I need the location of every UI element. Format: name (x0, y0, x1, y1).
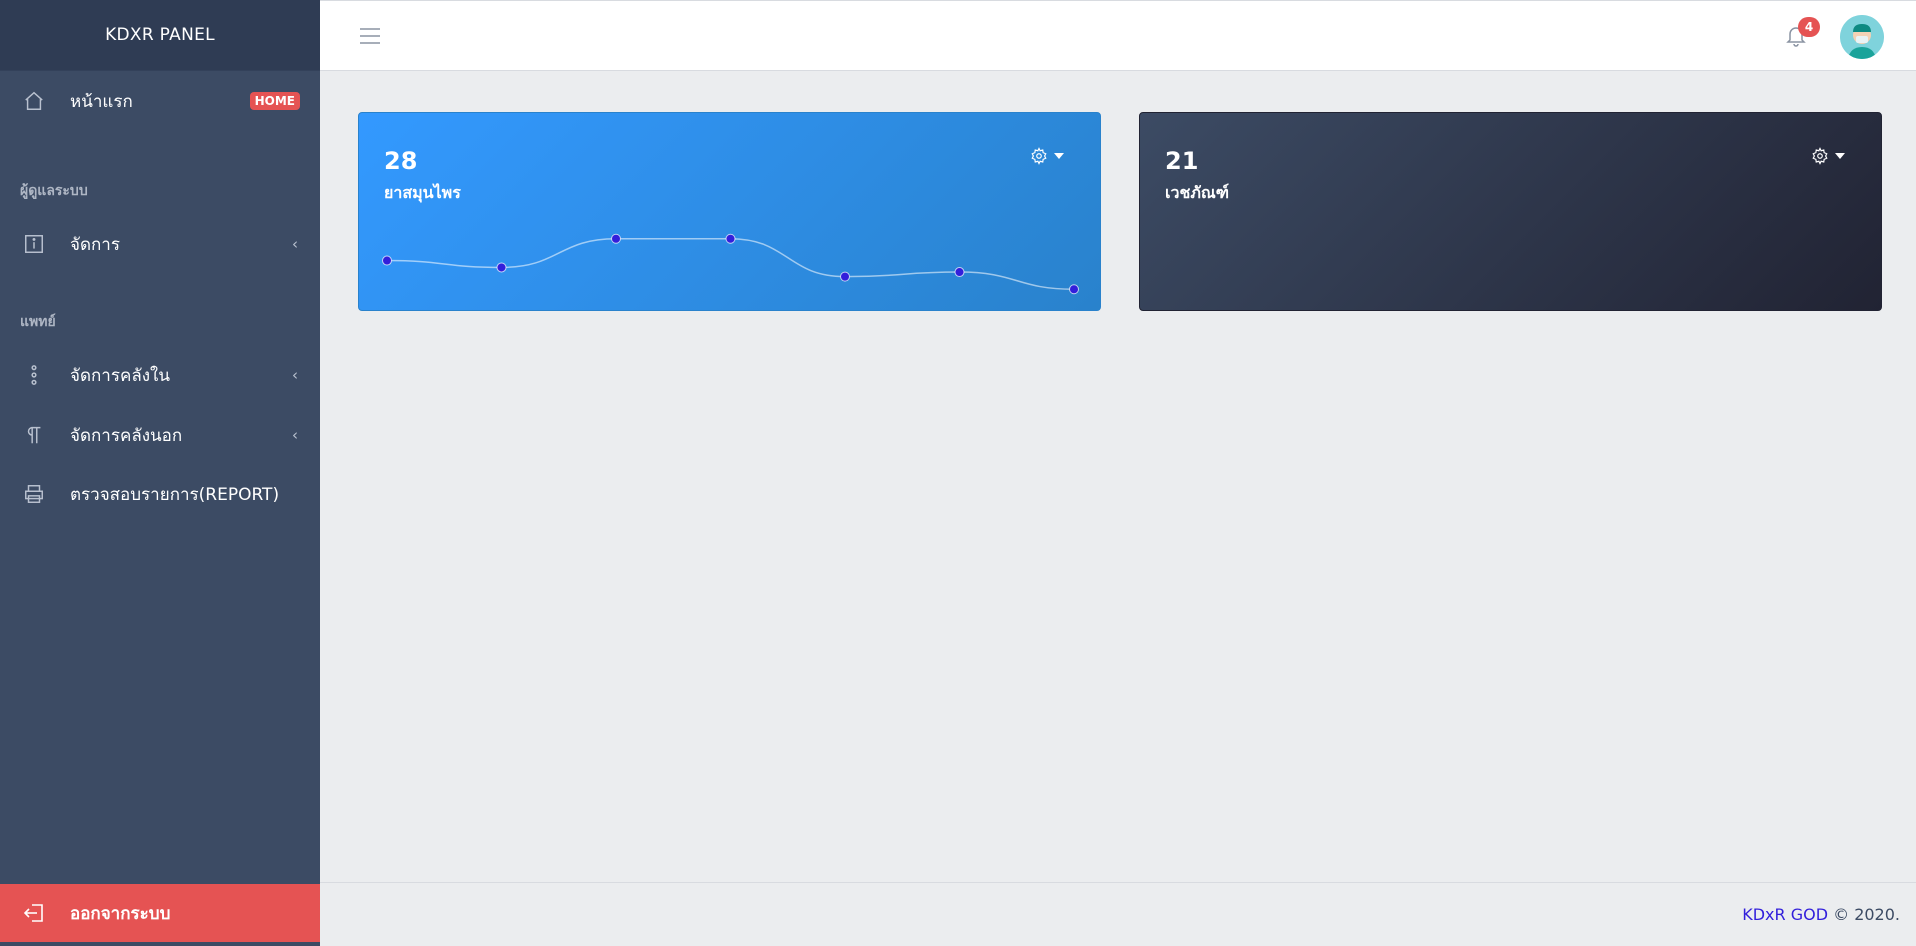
section-title-admin: ผู้ดูแลระบบ (20, 183, 88, 199)
chevron-left-icon: ‹ (292, 235, 298, 253)
caret-down-icon (1835, 153, 1845, 159)
brand-title[interactable]: KDXR PANEL (0, 0, 320, 71)
chart-point[interactable] (382, 255, 392, 266)
sidebar-item-outer-stock[interactable]: จัดการคลังนอก ‹ (0, 409, 320, 461)
sparkline-chart (382, 233, 1079, 295)
section-title-doctor: แพทย์ (20, 314, 56, 330)
sidebar-item-report[interactable]: ตรวจสอบรายการ(REPORT) (0, 468, 320, 520)
footer-text: KDxR GOD © 2020. (1742, 905, 1900, 924)
chevron-left-icon: ‹ (292, 426, 298, 444)
home-badge: HOME (249, 92, 300, 110)
menu-toggle-icon[interactable] (360, 27, 380, 45)
sidebar-item-label: จัดการคลังใน (70, 365, 170, 386)
sidebar-item-inner-stock[interactable]: จัดการคลังใน ‹ (0, 349, 320, 401)
chart-point[interactable] (840, 271, 850, 282)
paragraph-icon (22, 423, 46, 447)
sidebar-item-label: ตรวจสอบรายการ(REPORT) (70, 484, 280, 505)
sidebar-item-home[interactable]: หน้าแรก HOME (0, 75, 320, 127)
avatar[interactable] (1840, 15, 1884, 59)
logout-button[interactable]: ออกจากระบบ (0, 884, 320, 942)
caret-down-icon (1054, 153, 1064, 159)
stat-card-herbal: 28 ยาสมุนไพร (358, 112, 1101, 311)
print-icon (22, 482, 46, 506)
footer-copyright: © 2020. (1833, 905, 1900, 924)
gear-icon (1812, 147, 1828, 165)
stat-value: 28 (384, 147, 418, 175)
stat-title: เวชภัณฑ์ (1165, 183, 1229, 202)
sidebar-item-label: จัดการคลังนอก (70, 425, 183, 446)
settings-dropdown[interactable] (1030, 145, 1074, 167)
stat-value: 21 (1165, 147, 1199, 175)
chart-point[interactable] (1069, 284, 1079, 295)
stat-card-supplies: 21 เวชภัณฑ์ (1139, 112, 1882, 311)
logout-icon (22, 901, 46, 925)
logout-label: ออกจากระบบ (70, 903, 171, 924)
chart-point[interactable] (725, 233, 736, 244)
gear-icon (1031, 147, 1047, 165)
header: 4 (320, 0, 1916, 71)
chevron-left-icon: ‹ (292, 366, 298, 384)
footer: KDxR GOD © 2020. (320, 882, 1916, 946)
footer-link[interactable]: KDxR GOD (1742, 905, 1828, 924)
options-icon (22, 363, 46, 387)
home-icon (22, 89, 46, 113)
chart-point[interactable] (611, 233, 621, 244)
notification-badge: 4 (1798, 17, 1820, 37)
chart-point[interactable] (496, 262, 507, 273)
sidebar-item-manage[interactable]: จัดการ ‹ (0, 218, 320, 270)
chart-point[interactable] (954, 267, 965, 278)
sidebar-item-label: หน้าแรก (70, 91, 133, 112)
sidebar: KDXR PANEL หน้าแรก HOME ผู้ดูแลระบบ จัดก… (0, 0, 320, 946)
sidebar-item-label: จัดการ (70, 234, 120, 255)
settings-dropdown[interactable] (1811, 145, 1855, 167)
stat-title: ยาสมุนไพร (384, 183, 461, 202)
info-icon (22, 232, 46, 256)
